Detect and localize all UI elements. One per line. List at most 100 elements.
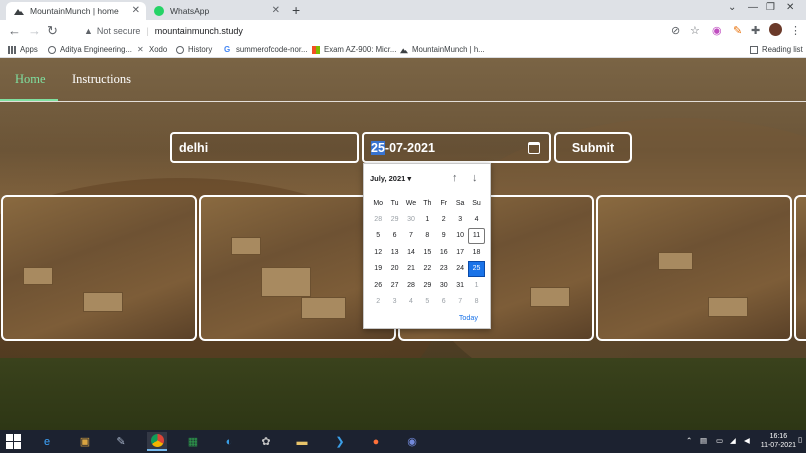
calendar-day[interactable]: 22 xyxy=(419,261,435,277)
calendar-day[interactable]: 29 xyxy=(386,211,402,227)
calendar-day[interactable]: 28 xyxy=(403,277,419,293)
bookmark-aditya[interactable]: Aditya Engineering... xyxy=(48,45,132,54)
extension-icon[interactable]: ◉ xyxy=(712,24,722,37)
battery-icon[interactable]: ▭ xyxy=(716,436,723,445)
notification-icon[interactable]: ▯ xyxy=(798,435,802,444)
destination-card[interactable] xyxy=(596,195,792,341)
tools-icon[interactable]: ✎ xyxy=(111,432,131,451)
chevron-up-icon[interactable]: ⌃ xyxy=(686,436,692,445)
eye-off-icon[interactable]: ⊘ xyxy=(671,24,680,37)
menu-icon[interactable]: ⋮ xyxy=(790,24,801,37)
arrow-down-icon[interactable]: ↓ xyxy=(472,172,478,184)
calendar-day[interactable]: 28 xyxy=(370,211,386,227)
calendar-day[interactable]: 3 xyxy=(386,293,402,309)
calendar-day[interactable]: 21 xyxy=(403,261,419,277)
calendar-day[interactable]: 9 xyxy=(436,228,452,244)
bookmark-summerofcode[interactable]: G summerofcode-nor... xyxy=(224,45,308,54)
calendar-day[interactable]: 30 xyxy=(403,211,419,227)
tab-search-icon[interactable]: ⌄ xyxy=(728,2,736,13)
calendar-day[interactable]: 6 xyxy=(386,228,402,244)
close-icon[interactable]: ✕ xyxy=(272,5,280,16)
nav-instructions[interactable]: Instructions xyxy=(72,72,131,87)
calendar-day[interactable]: 7 xyxy=(403,228,419,244)
destination-card[interactable] xyxy=(1,195,197,341)
address-bar[interactable]: ▲ Not secure | mountainmunch.study xyxy=(84,22,664,40)
calendar-day[interactable]: 18 xyxy=(468,244,484,260)
calendar-day[interactable]: 11 xyxy=(468,227,485,245)
chrome-icon[interactable] xyxy=(147,432,167,451)
calendar-day[interactable]: 31 xyxy=(452,277,468,293)
network-icon[interactable]: ▤ xyxy=(700,436,707,445)
submit-button[interactable]: Submit xyxy=(554,132,632,163)
calendar-day[interactable]: 5 xyxy=(370,228,386,244)
date-input[interactable]: 25 -07-2021 xyxy=(362,132,551,163)
paint-icon[interactable]: ✿ xyxy=(256,432,276,451)
firefox-icon[interactable]: ● xyxy=(366,432,386,451)
bookmark-mountainmunch[interactable]: MountainMunch | h... xyxy=(400,45,485,54)
bookmark-xodo[interactable]: ✕ Xodo xyxy=(137,45,167,54)
file-explorer-icon[interactable]: ▬ xyxy=(292,432,312,451)
tab-whatsapp[interactable]: WhatsApp ✕ xyxy=(146,2,286,20)
destination-card[interactable] xyxy=(794,195,806,341)
warning-icon[interactable]: ▲ xyxy=(84,26,93,36)
minimize-icon[interactable]: — xyxy=(748,2,758,13)
calendar-day[interactable]: 26 xyxy=(370,277,386,293)
location-input[interactable]: delhi xyxy=(170,132,359,163)
calendar-day[interactable]: 16 xyxy=(436,244,452,260)
puzzle-icon[interactable]: ✚ xyxy=(751,24,760,37)
sheets-icon[interactable]: ▦ xyxy=(183,432,203,451)
calendar-day[interactable]: 3 xyxy=(452,211,468,227)
calendar-day[interactable]: 2 xyxy=(436,211,452,227)
calendar-day[interactable]: 4 xyxy=(403,293,419,309)
calendar-day[interactable]: 10 xyxy=(452,228,468,244)
calendar-day[interactable]: 6 xyxy=(436,293,452,309)
forward-icon[interactable]: → xyxy=(28,23,41,38)
calendar-day[interactable]: 20 xyxy=(386,261,402,277)
calendar-day[interactable]: 7 xyxy=(452,293,468,309)
arrow-up-icon[interactable]: ↑ xyxy=(452,172,458,184)
nav-home[interactable]: Home xyxy=(15,72,46,87)
maximize-icon[interactable]: ❐ xyxy=(766,2,775,13)
calendar-day[interactable]: 23 xyxy=(436,261,452,277)
calendar-day[interactable]: 8 xyxy=(419,228,435,244)
extension-icon[interactable]: ✎ xyxy=(733,24,742,37)
vscode-icon[interactable]: ❯ xyxy=(330,432,350,451)
edge-icon[interactable]: ◐ xyxy=(219,432,239,451)
reload-icon[interactable]: ↻ xyxy=(47,23,58,39)
today-button[interactable]: Today xyxy=(459,313,478,322)
calendar-day[interactable]: 8 xyxy=(468,293,484,309)
internet-explorer-icon[interactable]: e xyxy=(37,432,57,451)
calendar-day[interactable]: 24 xyxy=(452,261,468,277)
calendar-day[interactable]: 12 xyxy=(370,244,386,260)
calendar-icon[interactable] xyxy=(528,142,540,154)
calendar-day[interactable]: 1 xyxy=(419,211,435,227)
star-icon[interactable]: ☆ xyxy=(690,24,700,37)
windows-start-icon[interactable] xyxy=(6,434,21,449)
calendar-day[interactable]: 4 xyxy=(468,211,484,227)
system-clock[interactable]: 16:16 11-07-2021 xyxy=(761,432,796,450)
date-day-segment[interactable]: 25 xyxy=(371,140,385,155)
reading-list[interactable]: Reading list xyxy=(750,45,803,54)
tab-mountainmunch[interactable]: MountainMunch | home ✕ xyxy=(6,2,146,20)
back-icon[interactable]: ← xyxy=(8,23,21,38)
calendar-day[interactable]: 14 xyxy=(403,244,419,260)
calendar-day[interactable]: 17 xyxy=(452,244,468,260)
month-year-selector[interactable]: July, 2021 ▾ xyxy=(370,174,411,183)
close-window-icon[interactable]: ✕ xyxy=(786,2,794,13)
calendar-day[interactable]: 1 xyxy=(468,277,484,293)
avatar[interactable] xyxy=(769,23,782,36)
media-player-icon[interactable]: ▣ xyxy=(75,432,95,451)
calendar-day[interactable]: 2 xyxy=(370,293,386,309)
calendar-day[interactable]: 15 xyxy=(419,244,435,260)
calendar-day[interactable]: 25 xyxy=(468,260,485,277)
bookmark-exam[interactable]: Exam AZ-900: Micr... xyxy=(312,45,396,54)
bookmark-history[interactable]: History xyxy=(176,45,212,54)
bookmark-apps[interactable]: Apps xyxy=(8,45,38,54)
discord-icon[interactable]: ◉ xyxy=(402,432,422,451)
calendar-day[interactable]: 19 xyxy=(370,261,386,277)
calendar-day[interactable]: 13 xyxy=(386,244,402,260)
calendar-day[interactable]: 29 xyxy=(419,277,435,293)
new-tab-button[interactable]: + xyxy=(292,2,300,18)
calendar-day[interactable]: 30 xyxy=(436,277,452,293)
wifi-icon[interactable]: ◢ xyxy=(730,436,736,445)
